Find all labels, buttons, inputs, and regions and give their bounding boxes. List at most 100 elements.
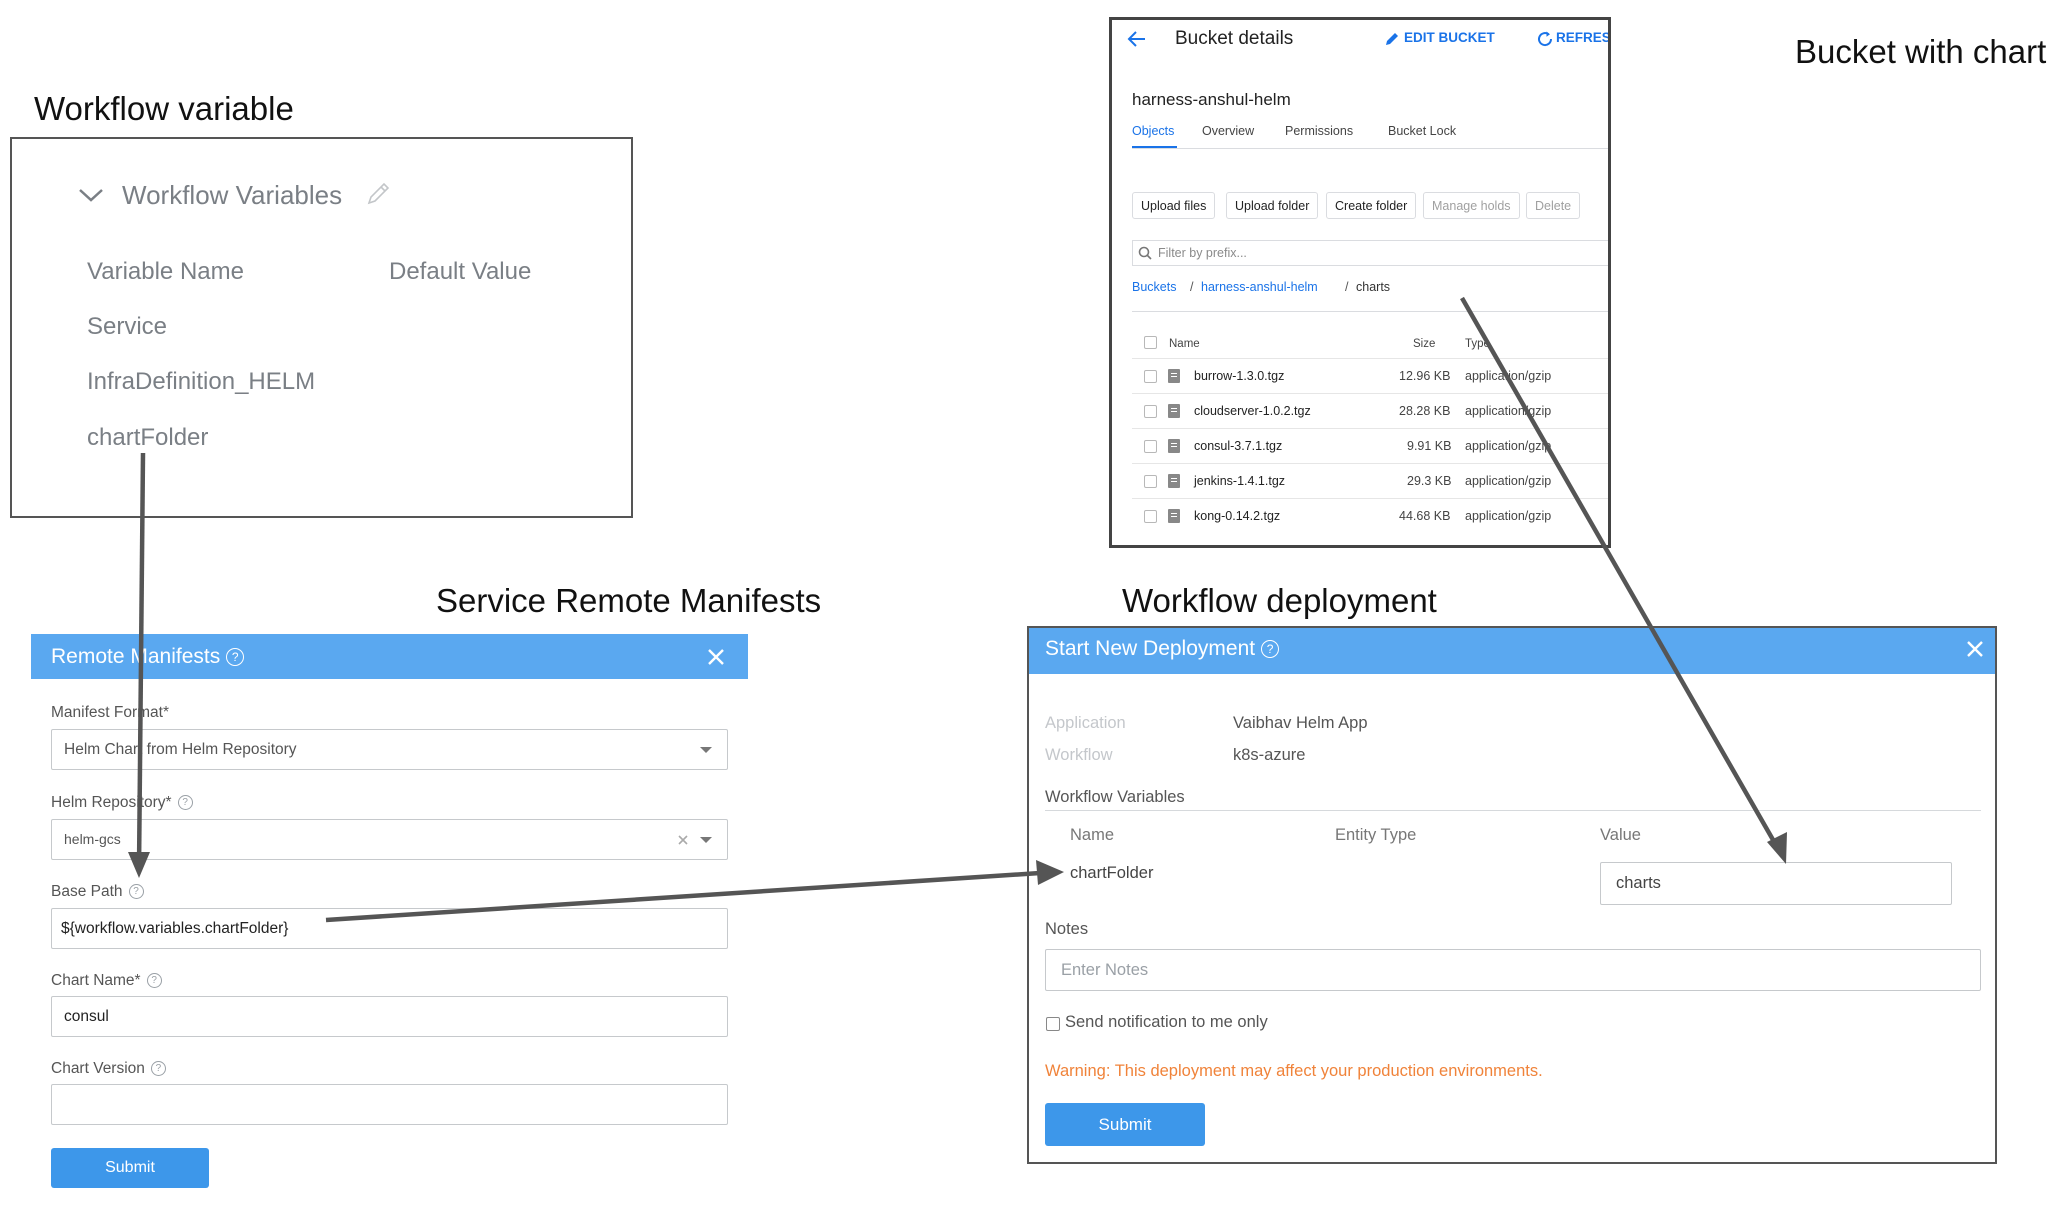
breadcrumb-bucket[interactable]: harness-anshul-helm <box>1201 280 1318 294</box>
caption-workflow-deployment: Workflow deployment <box>1122 582 1437 619</box>
upload-folder-button[interactable]: Upload folder <box>1226 192 1319 219</box>
search-icon <box>1138 246 1152 260</box>
chart-version-input[interactable] <box>51 1084 728 1125</box>
breadcrumb-charts: charts <box>1356 280 1391 294</box>
file-name[interactable]: kong-0.14.2.tgz <box>1194 509 1280 523</box>
tab-objects[interactable]: Objects <box>1132 124 1174 138</box>
breadcrumb-separator: / <box>1190 280 1194 294</box>
filter-input[interactable]: Filter by prefix... <box>1132 240 1608 266</box>
help-icon[interactable]: ? <box>128 884 144 900</box>
remote-manifests-dialog: Remote Manifests? Manifest Format* Helm … <box>31 634 748 1208</box>
close-icon[interactable] <box>1966 640 1984 658</box>
help-icon[interactable]: ? <box>1261 640 1280 659</box>
help-icon[interactable]: ? <box>146 973 162 989</box>
tab-permissions[interactable]: Permissions <box>1285 124 1353 138</box>
manifest-format-select[interactable]: Helm Chart from Helm Repository <box>51 729 728 770</box>
file-size: 9.91 KB <box>1407 439 1452 453</box>
workflow-variables-panel: Workflow Variables Variable Name Default… <box>10 137 633 518</box>
column-header-entity-type: Entity Type <box>1335 826 1417 844</box>
table-row[interactable]: consul-3.7.1.tgz 9.91 KB application/gzi… <box>1132 428 1608 464</box>
delete-button[interactable]: Delete <box>1526 192 1581 219</box>
file-size: 12.96 KB <box>1399 369 1451 383</box>
dialog-header: Start New Deployment? <box>1029 628 1995 674</box>
table-row[interactable]: burrow-1.3.0.tgz 12.96 KB application/gz… <box>1132 358 1608 394</box>
back-arrow-icon[interactable] <box>1127 29 1147 49</box>
workflow-label: Workflow <box>1045 746 1113 764</box>
column-header-size: Size <box>1413 338 1436 350</box>
notes-input[interactable]: Enter Notes <box>1045 949 1981 991</box>
help-icon[interactable]: ? <box>150 1061 166 1077</box>
file-name[interactable]: jenkins-1.4.1.tgz <box>1194 474 1285 488</box>
refresh-icon[interactable] <box>1536 30 1554 48</box>
dialog-header: Remote Manifests? <box>31 634 748 679</box>
column-header-name: Name <box>1169 338 1200 350</box>
section-divider <box>1045 810 1981 811</box>
table-row[interactable]: jenkins-1.4.1.tgz 29.3 KB application/gz… <box>1132 463 1608 499</box>
submit-button[interactable]: Submit <box>51 1148 209 1188</box>
table-row[interactable]: cloudserver-1.0.2.tgz 28.28 KB applicati… <box>1132 393 1608 429</box>
variable-value-input[interactable]: charts <box>1600 862 1952 905</box>
file-icon <box>1168 474 1180 488</box>
workflow-variables-section-title: Workflow Variables <box>1045 788 1185 806</box>
file-name[interactable]: consul-3.7.1.tgz <box>1194 439 1282 453</box>
file-icon <box>1168 509 1180 523</box>
help-icon[interactable]: ? <box>177 795 193 811</box>
variable-chartfolder: chartFolder <box>87 424 209 451</box>
tab-bucket-lock[interactable]: Bucket Lock <box>1388 124 1456 138</box>
base-path-label-row: Base Path? <box>51 883 144 901</box>
notify-checkbox[interactable] <box>1046 1017 1060 1031</box>
create-folder-button[interactable]: Create folder <box>1326 192 1417 219</box>
file-name[interactable]: burrow-1.3.0.tgz <box>1194 369 1284 383</box>
upload-files-button[interactable]: Upload files <box>1132 192 1216 219</box>
edit-pencil-icon[interactable] <box>365 181 391 207</box>
chart-version-label-row: Chart Version? <box>51 1060 166 1078</box>
row-checkbox[interactable] <box>1144 510 1157 523</box>
base-path-label: Base Path <box>51 883 123 900</box>
file-type: application/gzip <box>1465 369 1552 383</box>
edit-bucket-button[interactable]: EDIT BUCKET <box>1404 30 1495 45</box>
refresh-button[interactable]: REFRES <box>1556 30 1608 45</box>
chevron-down-icon[interactable] <box>700 747 712 753</box>
row-checkbox[interactable] <box>1144 370 1157 383</box>
file-size: 28.28 KB <box>1399 404 1451 418</box>
chevron-down-icon[interactable] <box>78 187 104 203</box>
help-icon[interactable]: ? <box>226 648 245 667</box>
file-name[interactable]: cloudserver-1.0.2.tgz <box>1194 404 1311 418</box>
column-header-name: Name <box>1070 826 1115 844</box>
edit-icon[interactable] <box>1384 31 1400 47</box>
select-all-checkbox[interactable] <box>1144 336 1157 349</box>
tab-overview[interactable]: Overview <box>1202 124 1254 138</box>
notify-label[interactable]: Send notification to me only <box>1065 1013 1268 1032</box>
submit-button[interactable]: Submit <box>1045 1103 1205 1146</box>
file-icon <box>1168 439 1180 453</box>
clear-icon[interactable] <box>677 834 689 846</box>
file-size: 44.68 KB <box>1399 509 1451 523</box>
breadcrumb-buckets[interactable]: Buckets <box>1132 280 1176 294</box>
caption-bucket-with-chart: Bucket with chart <box>1795 33 2047 70</box>
caption-service-remote-manifests: Service Remote Manifests <box>436 582 822 619</box>
row-checkbox[interactable] <box>1144 475 1157 488</box>
base-path-input[interactable]: ${workflow.variables.chartFolder} <box>51 908 728 949</box>
chevron-down-icon[interactable] <box>700 837 712 843</box>
chart-name-input[interactable]: consul <box>51 996 728 1037</box>
row-checkbox[interactable] <box>1144 405 1157 418</box>
close-icon[interactable] <box>707 648 725 666</box>
helm-repository-value: helm-gcs <box>64 831 121 847</box>
manifest-format-value: Helm Chart from Helm Repository <box>64 741 297 758</box>
workflow-variables-title: Workflow Variables <box>122 180 343 210</box>
start-new-deployment-dialog: Start New Deployment? Application Vaibha… <box>1027 626 1997 1164</box>
helm-repository-select[interactable]: helm-gcs <box>51 819 728 860</box>
filter-placeholder: Filter by prefix... <box>1158 246 1247 260</box>
chart-name-value: consul <box>64 1008 109 1025</box>
file-type: application/gzip <box>1465 474 1552 488</box>
breadcrumb-separator: / <box>1345 280 1349 294</box>
column-header-default-value: Default Value <box>389 258 532 285</box>
breadcrumb-divider <box>1132 311 1608 312</box>
dialog-title: Start New Deployment <box>1045 637 1256 660</box>
manage-holds-button[interactable]: Manage holds <box>1423 192 1520 219</box>
row-checkbox[interactable] <box>1144 440 1157 453</box>
application-label: Application <box>1045 714 1126 732</box>
column-header-value: Value <box>1600 826 1641 844</box>
table-row[interactable]: kong-0.14.2.tgz 44.68 KB application/gzi… <box>1132 498 1608 534</box>
notes-placeholder: Enter Notes <box>1061 961 1149 979</box>
